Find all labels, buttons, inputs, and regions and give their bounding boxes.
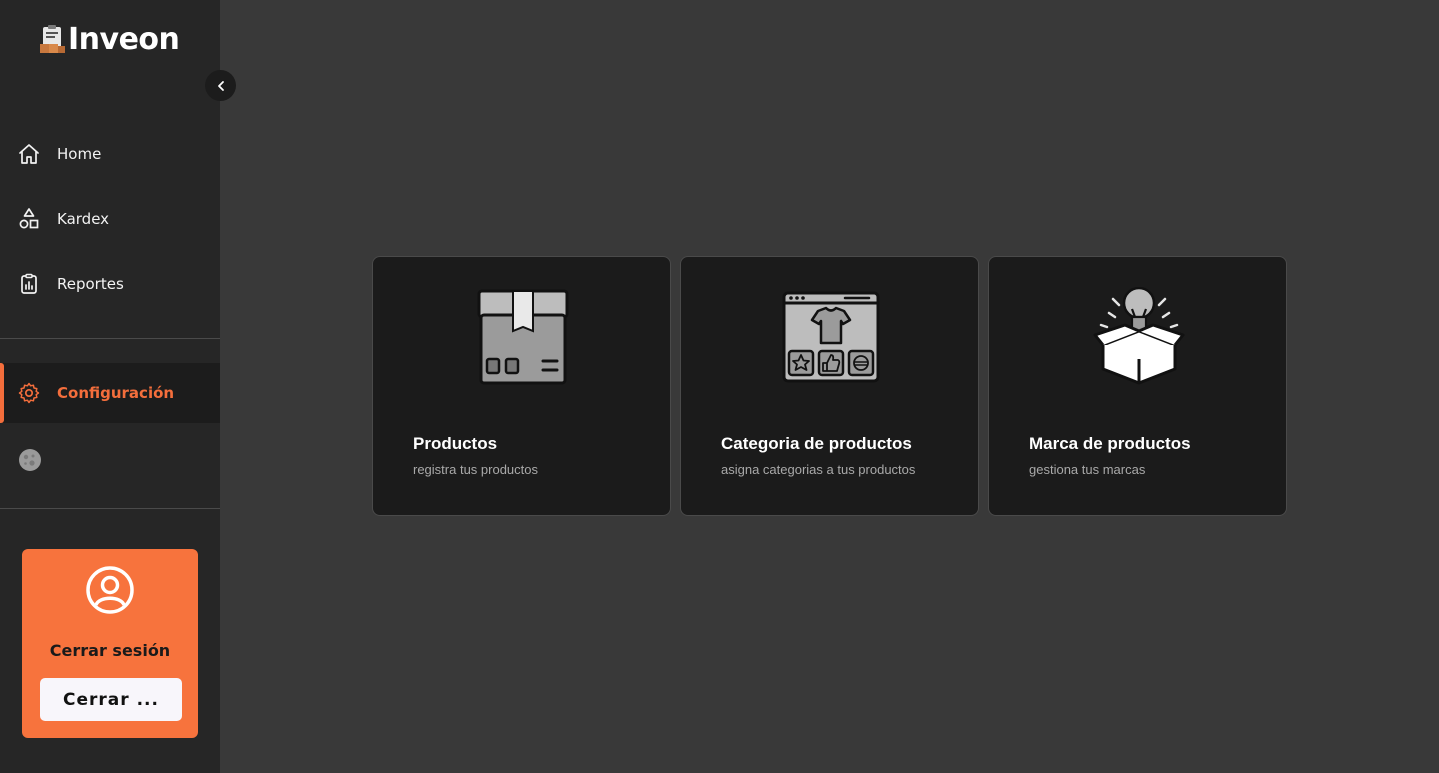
card-productos[interactable]: Productos registra tus productos <box>372 256 671 516</box>
card-marca-productos[interactable]: Marca de productos gestiona tus marcas <box>988 256 1287 516</box>
logout-card: Cerrar sesión Cerrar ... <box>22 549 198 738</box>
sidebar: Inveon Home Kardex Reportes Configuració… <box>0 0 236 773</box>
gear-icon <box>17 381 41 405</box>
sidebar-item-home[interactable]: Home <box>0 124 220 184</box>
app-logo[interactable]: Inveon <box>38 22 180 57</box>
app-name: Inveon <box>68 22 180 57</box>
card-subtitle: asigna categorias a tus productos <box>721 462 916 477</box>
clipboard-boxes-icon <box>40 24 65 53</box>
sidebar-item-reportes[interactable]: Reportes <box>0 254 220 314</box>
theme-toggle[interactable] <box>18 448 42 472</box>
collapse-sidebar-button[interactable] <box>205 70 236 101</box>
sidebar-item-label: Reportes <box>57 275 124 293</box>
card-title: Marca de productos <box>1029 434 1191 453</box>
chevron-left-icon <box>217 80 224 91</box>
card-title: Categoria de productos <box>721 434 912 453</box>
sidebar-divider <box>0 338 220 339</box>
logout-button[interactable]: Cerrar ... <box>40 678 182 721</box>
card-subtitle: gestiona tus marcas <box>1029 462 1146 477</box>
sidebar-divider <box>0 508 220 509</box>
home-icon <box>17 142 41 166</box>
logout-title: Cerrar sesión <box>49 641 171 660</box>
store-shirt-icon <box>782 291 880 383</box>
sidebar-item-label: Configuración <box>57 384 175 402</box>
box-icon <box>477 289 569 385</box>
sidebar-item-label: Kardex <box>57 210 110 228</box>
card-categoria-productos[interactable]: Categoria de productos asigna categorias… <box>680 256 979 516</box>
shapes-icon <box>17 207 41 231</box>
clipboard-report-icon <box>17 272 41 296</box>
sidebar-item-label: Home <box>57 145 102 163</box>
sidebar-item-configuracion[interactable]: Configuración <box>0 363 220 423</box>
box-lightbulb-icon <box>1093 287 1185 385</box>
moon-icon <box>19 449 41 471</box>
sidebar-item-kardex[interactable]: Kardex <box>0 189 220 249</box>
user-circle-icon <box>86 566 134 614</box>
card-title: Productos <box>413 434 498 453</box>
card-subtitle: registra tus productos <box>413 462 539 477</box>
